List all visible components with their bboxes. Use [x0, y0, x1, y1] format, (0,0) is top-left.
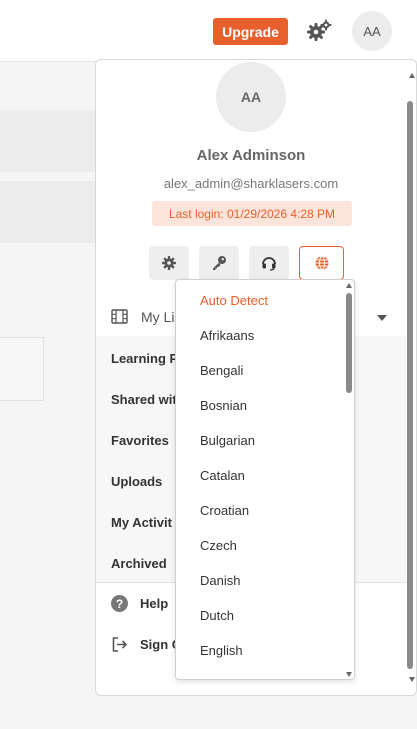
help-icon: ? — [111, 595, 128, 612]
top-header: Upgrade AA — [0, 0, 417, 62]
language-option-danish[interactable]: Danish — [200, 573, 240, 588]
library-item-my-activity[interactable]: My Activit — [111, 515, 172, 530]
password-button[interactable] — [199, 246, 239, 280]
gears-icon[interactable] — [305, 18, 333, 44]
language-option-catalan[interactable]: Catalan — [200, 468, 245, 483]
library-item-uploads[interactable]: Uploads — [111, 474, 162, 489]
language-option-bosnian[interactable]: Bosnian — [200, 398, 247, 413]
user-email: alex_admin@sharklasers.com — [163, 176, 339, 191]
globe-icon — [315, 256, 328, 270]
language-option-dutch[interactable]: Dutch — [200, 608, 234, 623]
upgrade-button[interactable]: Upgrade — [213, 18, 288, 45]
help-link[interactable]: ? Help — [111, 595, 168, 612]
panel-scrollbar-thumb[interactable] — [407, 101, 413, 669]
key-icon — [213, 256, 226, 270]
language-button[interactable] — [299, 246, 344, 280]
library-item-shared-with-me[interactable]: Shared wit — [111, 392, 177, 407]
chevron-down-icon — [377, 315, 387, 321]
film-icon — [111, 309, 128, 324]
last-login-badge: Last login: 01/29/2026 4:28 PM — [152, 201, 352, 226]
language-dropdown: Auto Detect Afrikaans Bengali Bosnian Bu… — [175, 279, 355, 680]
help-label: Help — [140, 596, 169, 611]
language-option-auto-detect[interactable]: Auto Detect — [200, 293, 268, 308]
library-item-archived[interactable]: Archived — [111, 556, 167, 571]
background-card — [0, 337, 44, 401]
background-row — [0, 181, 96, 243]
profile-avatar: AA — [216, 62, 286, 132]
library-label: My Lil — [141, 309, 178, 325]
library-item-favorites[interactable]: Favorites — [111, 433, 169, 448]
panel-scroll-up-arrow[interactable] — [409, 73, 415, 78]
language-option-czech[interactable]: Czech — [200, 538, 237, 553]
language-option-english[interactable]: English — [200, 643, 243, 658]
language-option-bulgarian[interactable]: Bulgarian — [200, 433, 255, 448]
sign-out-icon — [112, 637, 128, 652]
panel-scroll-down-arrow[interactable] — [409, 677, 415, 682]
dropdown-scroll-up-arrow[interactable] — [346, 283, 352, 288]
library-item-learning-paths[interactable]: Learning P — [111, 351, 178, 366]
language-option-croatian[interactable]: Croatian — [200, 503, 249, 518]
user-name: Alex Adminson — [196, 147, 306, 164]
language-option-afrikaans[interactable]: Afrikaans — [200, 328, 254, 343]
headset-icon — [262, 257, 276, 271]
background-row — [0, 110, 96, 172]
sign-out-link[interactable]: Sign C — [111, 636, 181, 653]
dropdown-scrollbar-thumb[interactable] — [346, 293, 352, 393]
support-button[interactable] — [249, 246, 289, 280]
dropdown-scroll-down-arrow[interactable] — [346, 672, 352, 677]
language-option-bengali[interactable]: Bengali — [200, 363, 243, 378]
gear-icon — [162, 256, 176, 270]
user-avatar-button[interactable]: AA — [352, 11, 392, 51]
settings-button[interactable] — [149, 246, 189, 280]
